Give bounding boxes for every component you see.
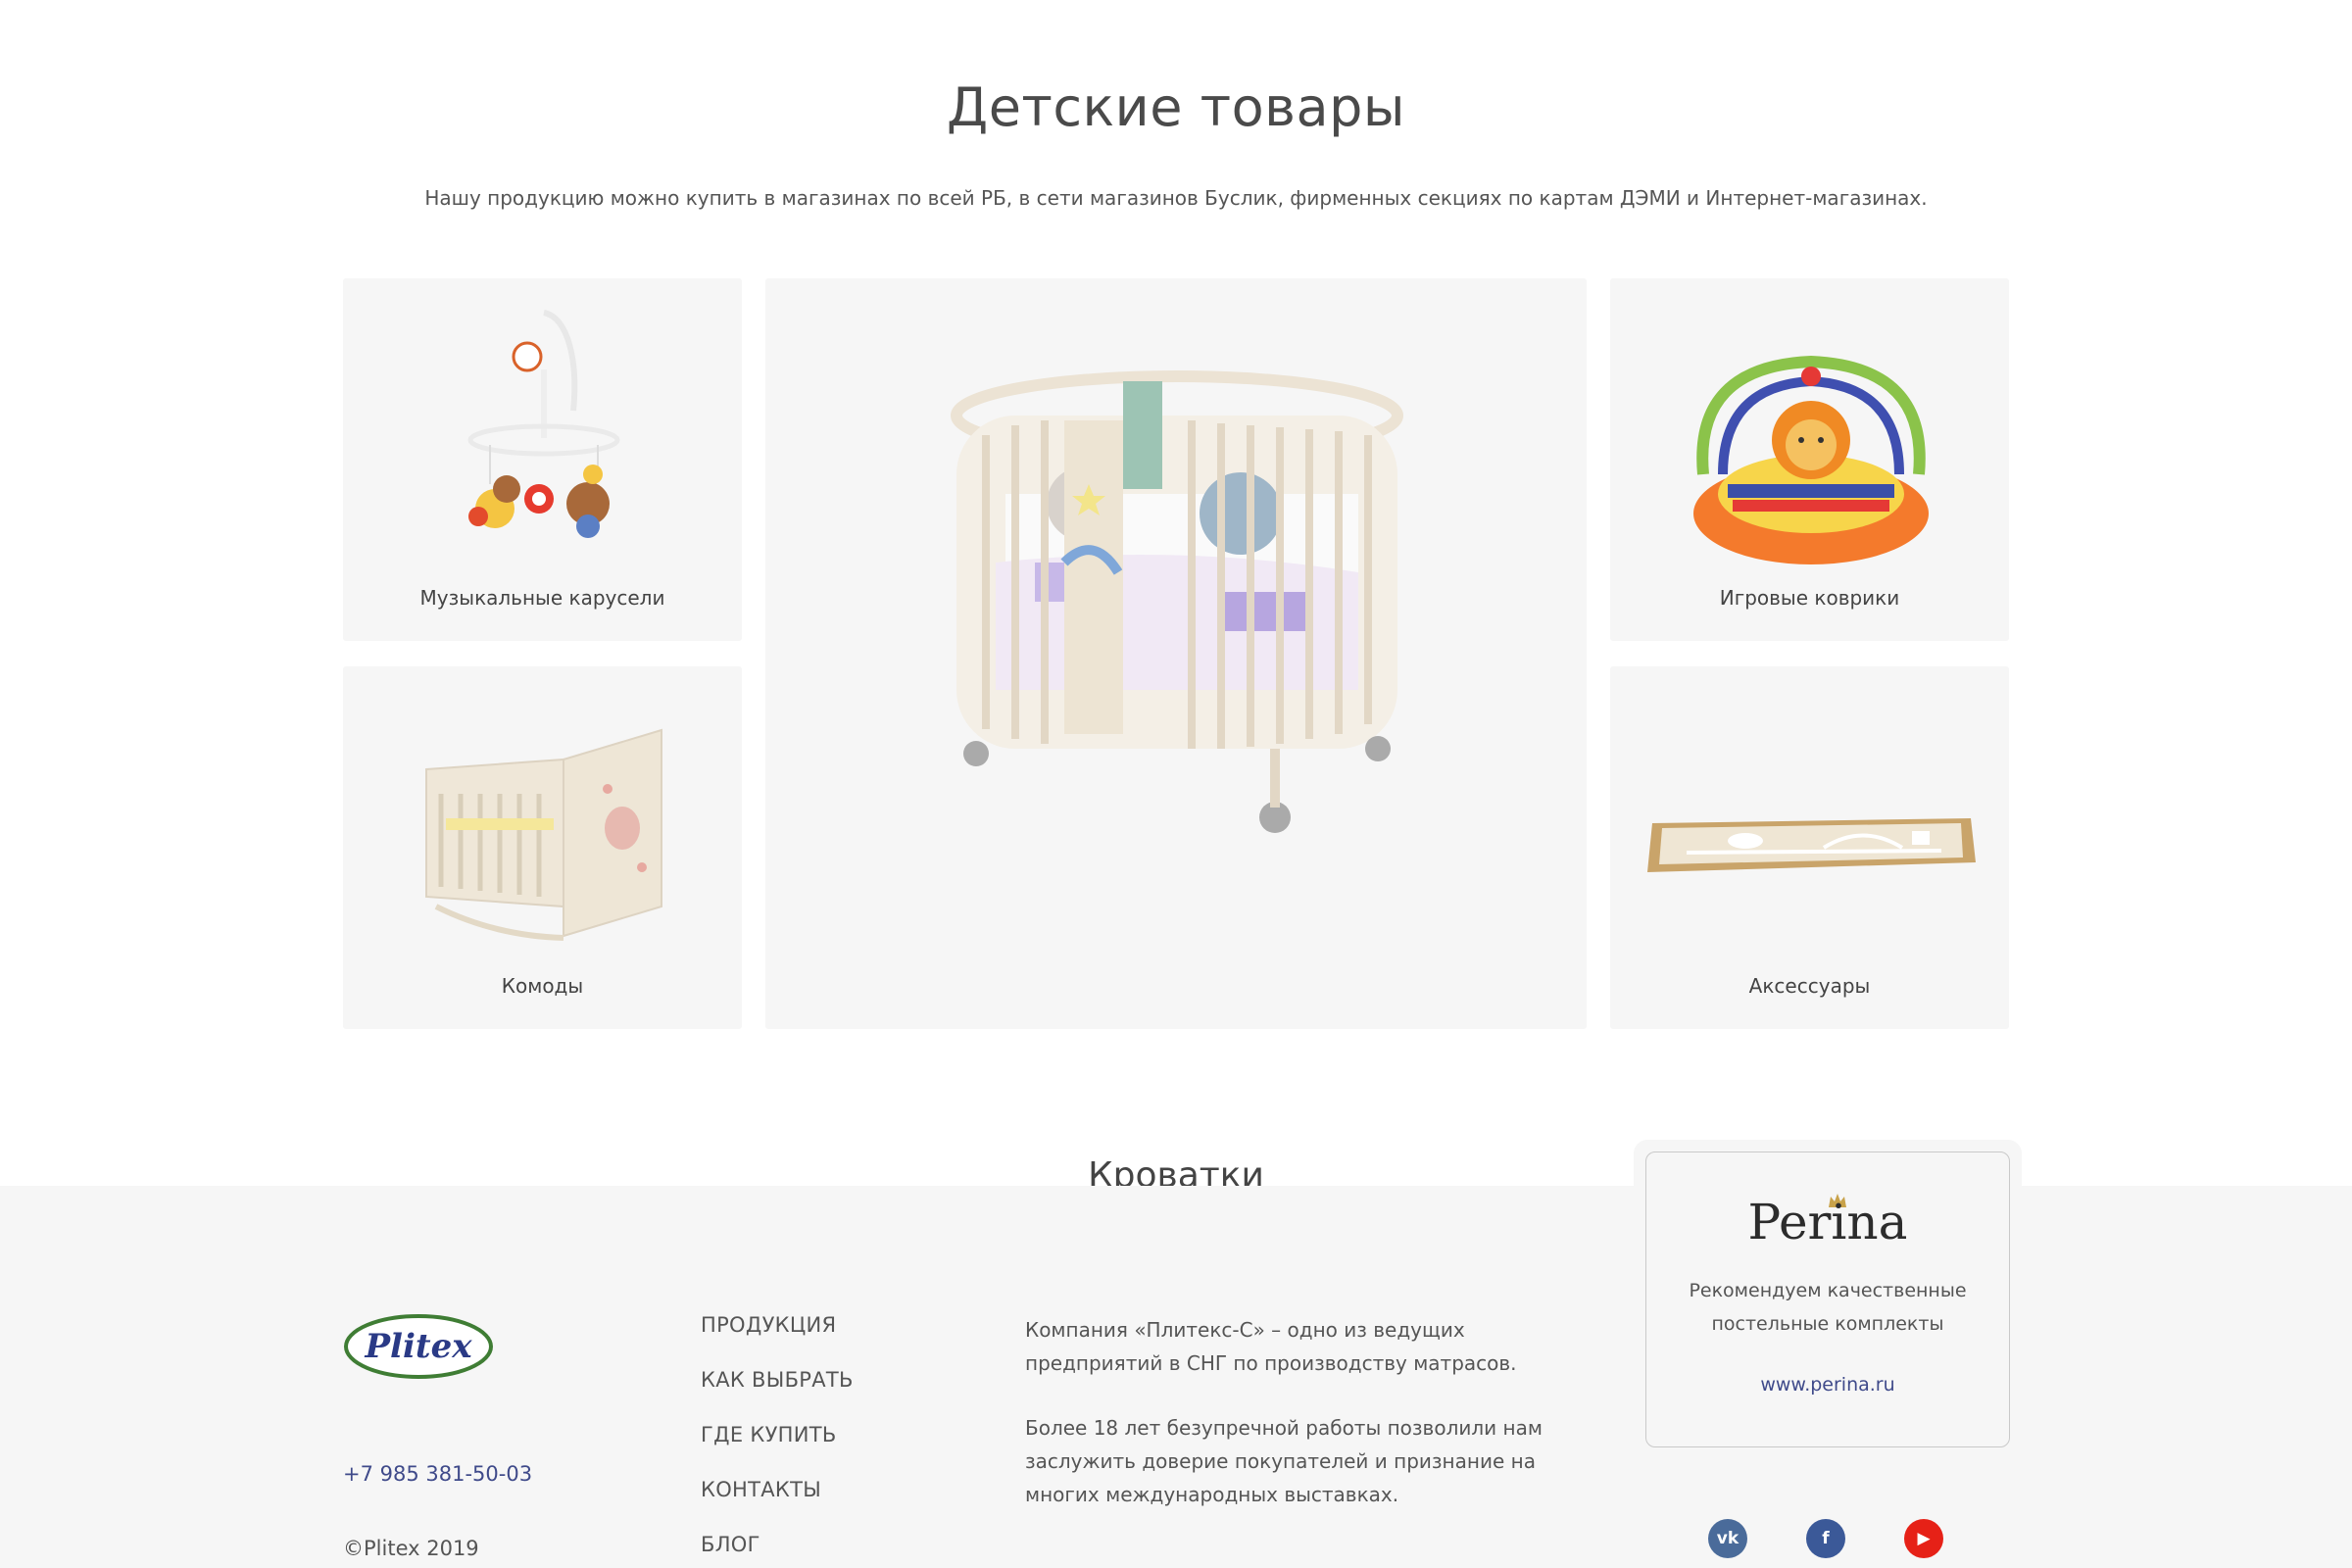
category-card-playmats[interactable]: Игровые коврики (1610, 278, 2009, 641)
category-label: Комоды (501, 974, 584, 998)
category-label: Музыкальные карусели (419, 586, 665, 610)
facebook-icon[interactable]: f (1806, 1519, 1845, 1558)
company-about: Компания «Плитекс-С» – одно из ведущих п… (1025, 1313, 1554, 1543)
mobile-toy-image (467, 310, 620, 538)
about-paragraph: Компания «Плитекс-С» – одно из ведущих п… (1025, 1318, 1517, 1375)
svg-text:Plitex: Plitex (364, 1327, 472, 1366)
section-subtitle: Нашу продукцию можно купить в магазинах … (424, 186, 1928, 210)
playmat-image (1693, 355, 1929, 564)
nav-item-products[interactable]: ПРОДУКЦИЯ (701, 1313, 854, 1368)
category-label: Игровые коврики (1719, 586, 1900, 610)
partner-text: Рекомендуем качественные постельные комп… (1689, 1280, 1967, 1335)
crib-image (951, 370, 1403, 833)
copyright: ©Plitex 2019 (343, 1537, 479, 1560)
category-label: Аксессуары (1748, 974, 1871, 998)
partner-card: Perina Рекомендуем качественные постельн… (1645, 1152, 2010, 1447)
partner-logo: Perina (1747, 1194, 1908, 1250)
category-card-dressers[interactable]: Комоды (343, 666, 742, 1029)
partner-link[interactable]: www.perina.ru (1646, 1374, 2009, 1396)
category-card-accessories[interactable]: Аксессуары (1610, 666, 2009, 1029)
about-paragraph: Более 18 лет безупречной работы позволил… (1025, 1416, 1543, 1506)
nav-item-contacts[interactable]: КОНТАКТЫ (701, 1478, 854, 1533)
youtube-icon[interactable]: ▶ (1904, 1519, 1943, 1558)
phone-link[interactable]: +7 985 381-50-03 (343, 1462, 532, 1486)
dresser-crib-image (425, 728, 662, 941)
vk-icon[interactable]: vk (1708, 1519, 1747, 1558)
nav-item-blog[interactable]: БЛОГ (701, 1533, 854, 1568)
accessory-box-image (1647, 818, 1976, 872)
category-card-cribs[interactable]: Кроватки (765, 278, 1587, 1196)
nav-item-where-to-buy[interactable]: ГДЕ КУПИТЬ (701, 1423, 854, 1478)
nav-item-how-to-choose[interactable]: КАК ВЫБРАТЬ (701, 1368, 854, 1423)
section-title: Детские товары (947, 76, 1405, 138)
plitex-logo[interactable]: Plitex (343, 1313, 494, 1380)
footer-nav: ПРОДУКЦИЯ КАК ВЫБРАТЬ ГДЕ КУПИТЬ КОНТАКТ… (701, 1313, 854, 1568)
category-card-music-mobiles[interactable]: Музыкальные карусели (343, 278, 742, 641)
